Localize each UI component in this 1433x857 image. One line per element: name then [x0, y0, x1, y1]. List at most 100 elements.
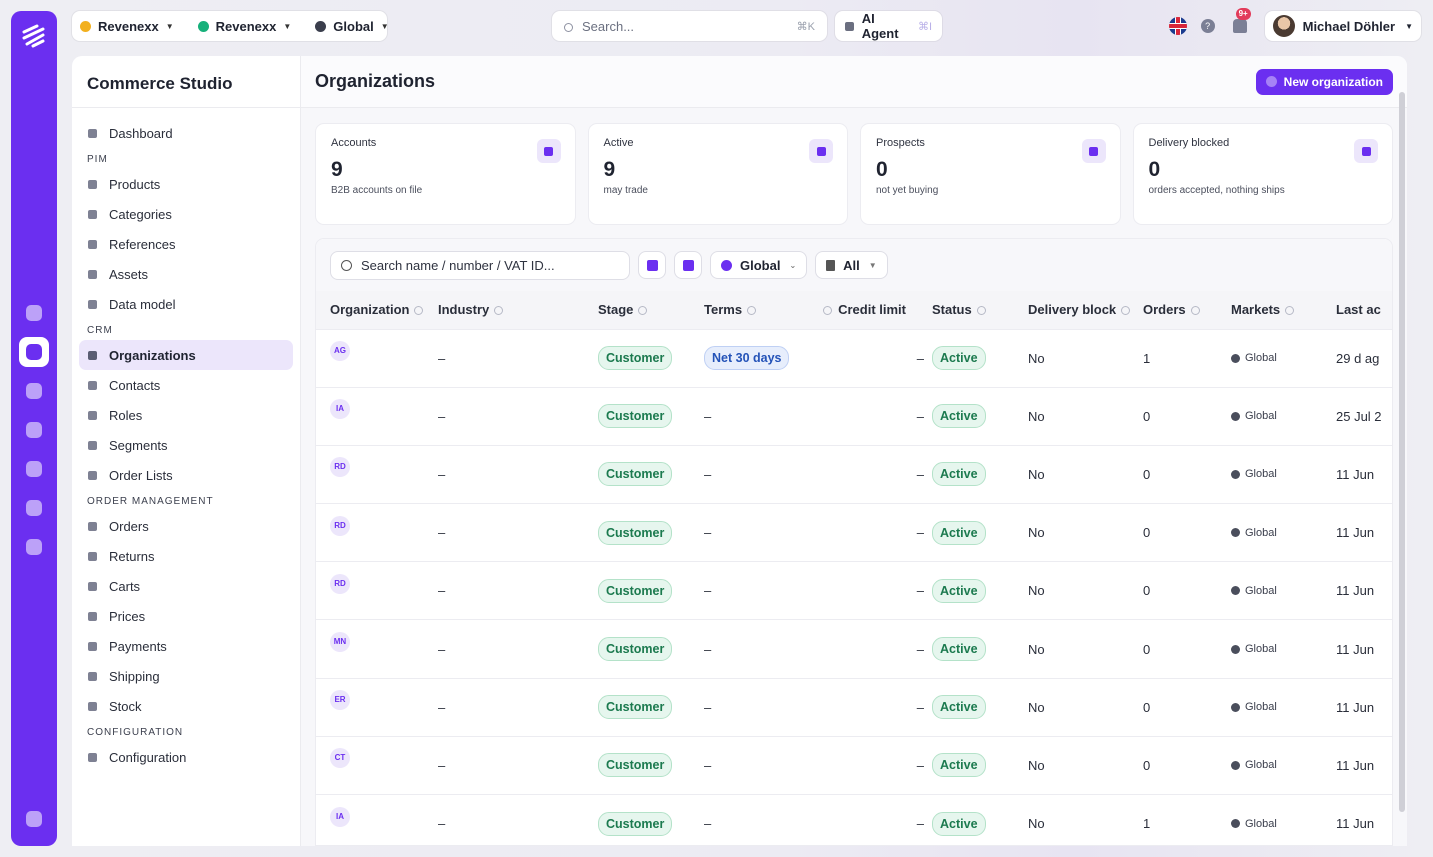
sidebar-item-dashboard[interactable]: Dashboard	[79, 118, 293, 148]
column-header-credit-limit[interactable]: Credit limit	[814, 291, 932, 330]
terms-cell: –	[704, 445, 814, 505]
column-label: Credit limit	[838, 302, 906, 318]
sidebar-item-contacts[interactable]: Contacts	[79, 370, 293, 400]
rail-analytics-icon[interactable]	[19, 376, 49, 406]
table-row[interactable]: IA – Customer – – Active No 0 Global 25 Jul 2	[316, 387, 1392, 446]
table-row[interactable]: MN – Customer – – Active No 0 Global 11 Jun	[316, 619, 1392, 679]
sidebar-item-stock[interactable]: Stock	[79, 691, 293, 721]
rail-home-icon[interactable]	[19, 298, 49, 328]
new-organization-button[interactable]: New organization	[1255, 68, 1393, 95]
sidebar-item-roles[interactable]: Roles	[79, 400, 293, 430]
orders-cell: 0	[1143, 387, 1231, 446]
topbar-right: ? 9+ Michael Döhler ▼	[1168, 8, 1421, 41]
sidebar-item-carts[interactable]: Carts	[79, 571, 293, 601]
stage-badge: Customer	[598, 753, 673, 778]
stage-badge: Customer	[598, 637, 673, 662]
sidebar-item-label: Segments	[109, 437, 168, 453]
sidebar-item-returns[interactable]: Returns	[79, 541, 293, 571]
channel-select[interactable]: Revenexx ▼	[197, 19, 291, 34]
sidebar-item-shipping[interactable]: Shipping	[79, 661, 293, 691]
sidebar-item-label: Contacts	[109, 377, 161, 393]
sidebar-item-segments[interactable]: Segments	[79, 430, 293, 460]
org-initials-avatar: IA	[330, 806, 350, 827]
column-header-industry[interactable]: Industry	[438, 291, 598, 330]
industry-cell: –	[438, 678, 598, 737]
orders-cell: 0	[1143, 445, 1231, 505]
tenant-select[interactable]: Revenexx ▼	[80, 19, 174, 34]
columns-button[interactable]	[674, 251, 702, 279]
credit-limit-cell: –	[814, 445, 932, 505]
app-logo-icon[interactable]	[19, 21, 49, 51]
column-header-stage[interactable]: Stage	[598, 291, 704, 330]
column-header-delivery-block[interactable]: Delivery block	[1028, 291, 1143, 330]
column-header-organization[interactable]: Organization	[316, 291, 438, 330]
sidebar-section-title: CONFIGURATION	[87, 727, 184, 738]
truck-icon	[88, 671, 97, 681]
stat-label: Prospects	[876, 137, 925, 149]
sidebar-item-label: Categories	[109, 206, 172, 222]
sidebar-item-order-lists[interactable]: Order Lists	[79, 460, 293, 490]
stage-badge: Customer	[598, 346, 673, 371]
org-initials-avatar: RD	[330, 515, 350, 536]
rail-apps-icon[interactable]	[19, 493, 49, 523]
market-filter[interactable]: Global ⌄	[710, 251, 808, 279]
table-row[interactable]: CT – Customer – – Active No 0 Global 11 Jun	[316, 736, 1392, 796]
organizations-table-card: Search name / number / VAT ID... Global ⌄…	[315, 238, 1393, 846]
stage-badge: Customer	[598, 404, 673, 429]
column-header-last-ac[interactable]: Last ac	[1336, 291, 1392, 330]
market-select[interactable]: Global ▼	[315, 19, 389, 34]
column-header-terms[interactable]: Terms	[704, 291, 814, 330]
market-tag: Global	[1231, 352, 1277, 364]
orders-cell: 0	[1143, 736, 1231, 796]
organization-search-input[interactable]: Search name / number / VAT ID...	[330, 250, 630, 280]
sidebar-item-assets[interactable]: Assets	[79, 259, 293, 289]
stat-value: 9	[331, 158, 343, 181]
stat-card-accounts: Accounts 9 B2B accounts on file	[315, 123, 576, 225]
sidebar-item-prices[interactable]: Prices	[79, 601, 293, 631]
rail-commerce-icon[interactable]	[19, 337, 49, 367]
help-icon[interactable]: ?	[1200, 19, 1215, 33]
sidebar-item-configuration[interactable]: Configuration	[79, 742, 293, 772]
rail-settings-icon[interactable]	[19, 804, 49, 834]
table-row[interactable]: RD – Customer – – Active No 0 Global 11 Jun	[316, 503, 1392, 563]
uk-flag-icon[interactable]	[1168, 17, 1187, 35]
sidebar-item-categories[interactable]: Categories	[79, 199, 293, 229]
scrollbar[interactable]	[1399, 92, 1405, 812]
ai-agent-button[interactable]: AI Agent ⌘I	[835, 11, 942, 41]
sidebar-item-orders[interactable]: Orders	[79, 511, 293, 541]
info-icon	[976, 306, 986, 316]
sidebar-item-products[interactable]: Products	[79, 169, 293, 199]
sidebar-item-label: Configuration	[109, 749, 187, 765]
stat-cards: Accounts 9 B2B accounts on file Active 9 may …	[301, 108, 1407, 225]
table-row[interactable]: ER – Customer – – Active No 0 Global 11 Jun	[316, 678, 1392, 737]
table-row[interactable]: IA – Customer – – Active No 1 Global 11 Jun	[316, 794, 1392, 845]
table-row[interactable]: RD – Customer – – Active No 0 Global 11 Jun	[316, 445, 1392, 505]
bell-icon[interactable]: 9+	[1232, 8, 1251, 33]
stat-subtitle: may trade	[603, 185, 648, 196]
delivery-block-cell: No	[1028, 736, 1143, 796]
table-row[interactable]: AG – Customer Net 30 days – Active No 1 Global 29…	[316, 329, 1392, 388]
sidebar-item-organizations[interactable]: Organizations	[79, 340, 293, 370]
status-filter[interactable]: All ▼	[815, 251, 888, 279]
column-header-markets[interactable]: Markets	[1231, 291, 1336, 330]
status-badge: Active	[932, 753, 986, 778]
rail-cube-icon[interactable]	[19, 532, 49, 562]
column-label: Orders	[1143, 302, 1186, 318]
sidebar-item-payments[interactable]: Payments	[79, 631, 293, 661]
global-search[interactable]: Search... ⌘K	[552, 11, 827, 41]
table-row[interactable]: RD – Customer – – Active No 0 Global 11 Jun	[316, 561, 1392, 621]
sidebar-item-data-model[interactable]: Data model	[79, 289, 293, 319]
rail-integrations-icon[interactable]	[19, 415, 49, 445]
column-header-status[interactable]: Status	[932, 291, 1028, 330]
rail-automation-icon[interactable]	[19, 454, 49, 484]
globe-icon	[1231, 644, 1240, 654]
status-badge: Active	[932, 346, 986, 371]
user-menu[interactable]: Michael Döhler ▼	[1264, 11, 1421, 41]
last-activity-cell: 11 Jun	[1336, 619, 1392, 679]
market-tag: Global	[1231, 701, 1277, 713]
filter-button[interactable]	[638, 251, 666, 279]
column-header-orders[interactable]: Orders	[1143, 291, 1231, 330]
delivery-block-cell: No	[1028, 619, 1143, 679]
orders-cell: 1	[1143, 329, 1231, 388]
sidebar-item-references[interactable]: References	[79, 229, 293, 259]
